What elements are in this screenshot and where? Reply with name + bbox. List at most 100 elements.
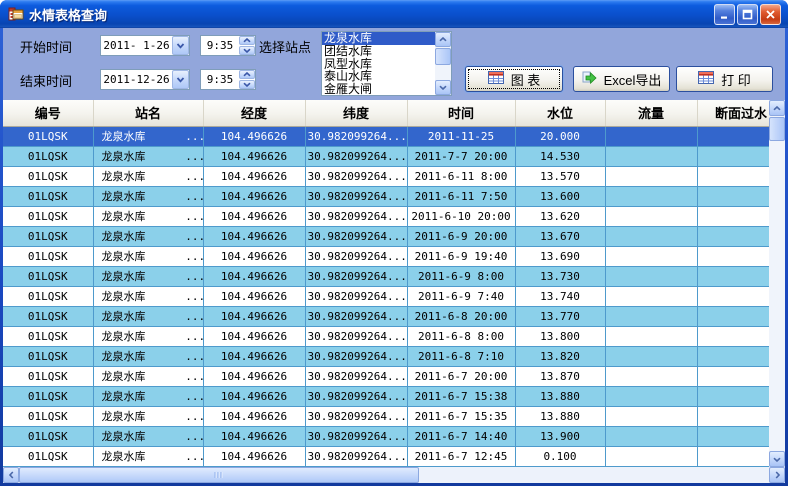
table-cell[interactable]: 01LQSK bbox=[3, 286, 93, 306]
table-cell[interactable] bbox=[605, 326, 697, 346]
table-cell[interactable]: 104.496626 bbox=[203, 146, 305, 166]
table-cell[interactable]: 104.496626 bbox=[203, 386, 305, 406]
table-cell[interactable]: 104.496626 bbox=[203, 326, 305, 346]
start-time-spinner[interactable]: 9:35 bbox=[200, 35, 256, 56]
table-cell[interactable]: 104.496626 bbox=[203, 206, 305, 226]
table-cell[interactable]: 龙泉水库 ... bbox=[93, 326, 203, 346]
table-row[interactable]: 01LQSK龙泉水库 ...104.49662630.982099264...2… bbox=[3, 306, 785, 326]
table-cell[interactable]: 30.982099264... bbox=[305, 306, 407, 326]
start-date-picker[interactable]: 2011- 1-26 bbox=[100, 35, 190, 56]
table-cell[interactable]: 13.730 bbox=[515, 266, 605, 286]
table-cell[interactable] bbox=[605, 266, 697, 286]
horizontal-scrollbar[interactable] bbox=[3, 467, 785, 483]
table-cell[interactable]: 104.496626 bbox=[203, 446, 305, 466]
table-cell[interactable]: 13.800 bbox=[515, 326, 605, 346]
table-cell[interactable]: 01LQSK bbox=[3, 246, 93, 266]
table-cell[interactable]: 13.600 bbox=[515, 186, 605, 206]
spinner-up-icon[interactable] bbox=[239, 36, 255, 45]
table-cell[interactable]: 龙泉水库 ... bbox=[93, 206, 203, 226]
table-cell[interactable]: 30.982099264... bbox=[305, 286, 407, 306]
table-cell[interactable]: 龙泉水库 ... bbox=[93, 386, 203, 406]
table-cell[interactable] bbox=[605, 446, 697, 466]
table-cell[interactable]: 30.982099264... bbox=[305, 426, 407, 446]
table-cell[interactable]: 13.880 bbox=[515, 386, 605, 406]
table-cell[interactable]: 龙泉水库 ... bbox=[93, 186, 203, 206]
table-cell[interactable]: 13.620 bbox=[515, 206, 605, 226]
table-cell[interactable]: 30.982099264... bbox=[305, 366, 407, 386]
table-cell[interactable] bbox=[605, 206, 697, 226]
table-cell[interactable] bbox=[605, 126, 697, 146]
minimize-button[interactable] bbox=[714, 4, 735, 25]
scroll-down-icon[interactable] bbox=[769, 451, 785, 467]
scroll-left-icon[interactable] bbox=[3, 467, 19, 483]
spinner-down-icon[interactable] bbox=[239, 46, 255, 55]
scroll-down-icon[interactable] bbox=[435, 80, 451, 95]
table-cell[interactable]: 104.496626 bbox=[203, 126, 305, 146]
table-cell[interactable]: 104.496626 bbox=[203, 426, 305, 446]
table-row[interactable]: 01LQSK龙泉水库 ...104.49662630.982099264...2… bbox=[3, 186, 785, 206]
maximize-button[interactable] bbox=[737, 4, 758, 25]
table-row[interactable]: 01LQSK龙泉水库 ...104.49662630.982099264...2… bbox=[3, 126, 785, 146]
end-date-picker[interactable]: 2011-12-26 bbox=[100, 69, 190, 90]
column-header[interactable]: 时间 bbox=[407, 100, 515, 126]
table-cell[interactable]: 2011-6-11 7:50 bbox=[407, 186, 515, 206]
table-cell[interactable]: 龙泉水库 ... bbox=[93, 426, 203, 446]
table-cell[interactable]: 01LQSK bbox=[3, 406, 93, 426]
table-cell[interactable]: 2011-6-9 19:40 bbox=[407, 246, 515, 266]
table-cell[interactable]: 2011-6-7 15:35 bbox=[407, 406, 515, 426]
column-header[interactable]: 流量 bbox=[605, 100, 697, 126]
table-cell[interactable]: 2011-6-7 14:40 bbox=[407, 426, 515, 446]
table-cell[interactable]: 104.496626 bbox=[203, 186, 305, 206]
table-cell[interactable]: 13.880 bbox=[515, 406, 605, 426]
table-cell[interactable]: 13.690 bbox=[515, 246, 605, 266]
table-cell[interactable] bbox=[605, 406, 697, 426]
table-cell[interactable]: 01LQSK bbox=[3, 426, 93, 446]
listbox-item[interactable]: 团结水库 bbox=[322, 45, 435, 58]
table-cell[interactable]: 104.496626 bbox=[203, 306, 305, 326]
table-cell[interactable]: 龙泉水库 ... bbox=[93, 146, 203, 166]
table-cell[interactable]: 01LQSK bbox=[3, 366, 93, 386]
scroll-up-icon[interactable] bbox=[769, 100, 785, 116]
table-cell[interactable]: 104.496626 bbox=[203, 246, 305, 266]
table-cell[interactable]: 13.900 bbox=[515, 426, 605, 446]
spinner-down-icon[interactable] bbox=[239, 80, 255, 89]
table-cell[interactable] bbox=[605, 426, 697, 446]
table-cell[interactable] bbox=[605, 346, 697, 366]
table-cell[interactable] bbox=[605, 246, 697, 266]
table-cell[interactable] bbox=[605, 186, 697, 206]
close-button[interactable] bbox=[760, 4, 781, 25]
table-cell[interactable]: 2011-6-7 12:45 bbox=[407, 446, 515, 466]
table-cell[interactable]: 01LQSK bbox=[3, 346, 93, 366]
table-cell[interactable]: 2011-6-7 15:38 bbox=[407, 386, 515, 406]
scroll-up-icon[interactable] bbox=[435, 32, 451, 47]
table-cell[interactable]: 龙泉水库 ... bbox=[93, 286, 203, 306]
column-header[interactable]: 经度 bbox=[203, 100, 305, 126]
table-cell[interactable]: 01LQSK bbox=[3, 266, 93, 286]
table-cell[interactable]: 13.870 bbox=[515, 366, 605, 386]
table-cell[interactable]: 01LQSK bbox=[3, 306, 93, 326]
table-cell[interactable]: 13.820 bbox=[515, 346, 605, 366]
table-row[interactable]: 01LQSK龙泉水库 ...104.49662630.982099264...2… bbox=[3, 446, 785, 466]
table-cell[interactable]: 14.530 bbox=[515, 146, 605, 166]
table-cell[interactable]: 2011-6-9 8:00 bbox=[407, 266, 515, 286]
table-row[interactable]: 01LQSK龙泉水库 ...104.49662630.982099264...2… bbox=[3, 286, 785, 306]
spinner-up-icon[interactable] bbox=[239, 70, 255, 79]
start-date-value[interactable]: 2011- 1-26 bbox=[101, 39, 172, 52]
table-cell[interactable]: 13.740 bbox=[515, 286, 605, 306]
table-cell[interactable]: 13.570 bbox=[515, 166, 605, 186]
table-cell[interactable]: 龙泉水库 ... bbox=[93, 266, 203, 286]
table-cell[interactable] bbox=[605, 366, 697, 386]
column-header[interactable]: 水位 bbox=[515, 100, 605, 126]
scrollbar-thumb[interactable] bbox=[19, 467, 419, 483]
listbox-item[interactable]: 金雁大闸 bbox=[322, 83, 435, 95]
table-cell[interactable]: 2011-6-8 8:00 bbox=[407, 326, 515, 346]
table-cell[interactable]: 104.496626 bbox=[203, 286, 305, 306]
table-cell[interactable] bbox=[605, 286, 697, 306]
table-row[interactable]: 01LQSK龙泉水库 ...104.49662630.982099264...2… bbox=[3, 206, 785, 226]
table-row[interactable]: 01LQSK龙泉水库 ...104.49662630.982099264...2… bbox=[3, 166, 785, 186]
table-row[interactable]: 01LQSK龙泉水库 ...104.49662630.982099264...2… bbox=[3, 146, 785, 166]
end-date-value[interactable]: 2011-12-26 bbox=[101, 73, 172, 86]
table-cell[interactable]: 104.496626 bbox=[203, 266, 305, 286]
table-cell[interactable]: 2011-6-9 7:40 bbox=[407, 286, 515, 306]
table-cell[interactable]: 龙泉水库 ... bbox=[93, 446, 203, 466]
